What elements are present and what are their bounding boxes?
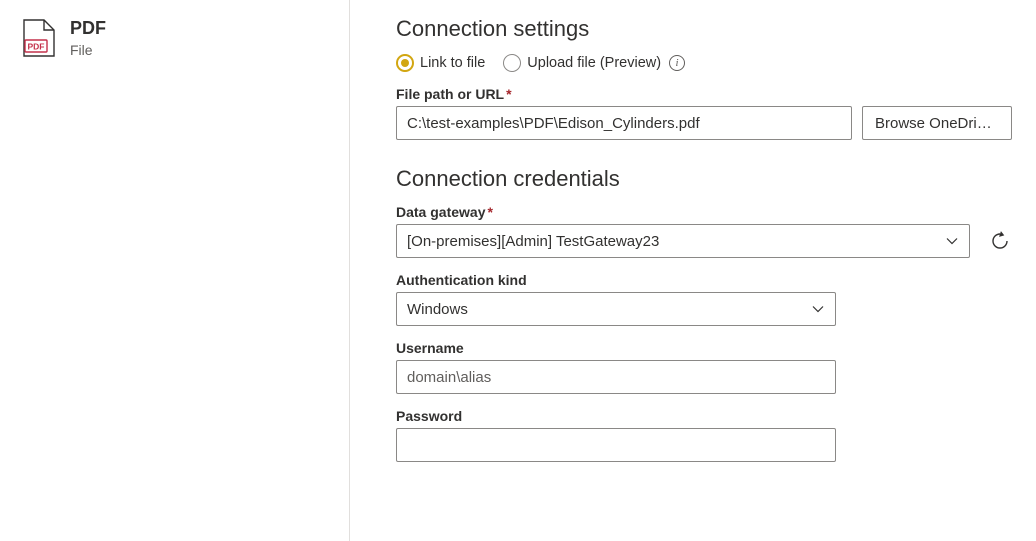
auth-kind-label: Authentication kind bbox=[396, 272, 1012, 288]
chevron-down-icon bbox=[945, 234, 959, 248]
password-label: Password bbox=[396, 408, 1012, 424]
connector-subtitle: File bbox=[70, 42, 106, 58]
auth-kind-select[interactable]: Windows bbox=[396, 292, 836, 326]
password-input[interactable] bbox=[396, 428, 836, 462]
file-path-input[interactable] bbox=[396, 106, 852, 140]
chevron-down-icon bbox=[811, 302, 825, 316]
radio-upload-file[interactable]: Upload file (Preview) i bbox=[503, 54, 685, 72]
connector-title: PDF bbox=[70, 18, 106, 40]
radio-unselected-icon bbox=[503, 54, 521, 72]
connection-settings-heading: Connection settings bbox=[396, 16, 1012, 42]
svg-text:PDF: PDF bbox=[28, 42, 45, 52]
connector-sidebar: PDF PDF File bbox=[0, 0, 350, 541]
username-input[interactable] bbox=[396, 360, 836, 394]
info-icon[interactable]: i bbox=[669, 55, 685, 71]
browse-onedrive-button[interactable]: Browse OneDrive... bbox=[862, 106, 1012, 140]
data-gateway-label: Data gateway* bbox=[396, 204, 1012, 220]
radio-link-label: Link to file bbox=[420, 55, 485, 71]
connection-credentials-heading: Connection credentials bbox=[396, 166, 1012, 192]
auth-kind-value: Windows bbox=[407, 301, 468, 318]
refresh-icon bbox=[990, 231, 1010, 251]
data-gateway-select[interactable]: [On-premises][Admin] TestGateway23 bbox=[396, 224, 970, 258]
file-path-label: File path or URL* bbox=[396, 86, 1012, 102]
refresh-gateway-button[interactable] bbox=[988, 229, 1012, 253]
radio-selected-icon bbox=[396, 54, 414, 72]
radio-upload-label: Upload file (Preview) bbox=[527, 55, 661, 71]
pdf-file-icon: PDF bbox=[22, 18, 56, 58]
radio-link-to-file[interactable]: Link to file bbox=[396, 54, 485, 72]
username-label: Username bbox=[396, 340, 1012, 356]
data-gateway-value: [On-premises][Admin] TestGateway23 bbox=[407, 233, 659, 250]
